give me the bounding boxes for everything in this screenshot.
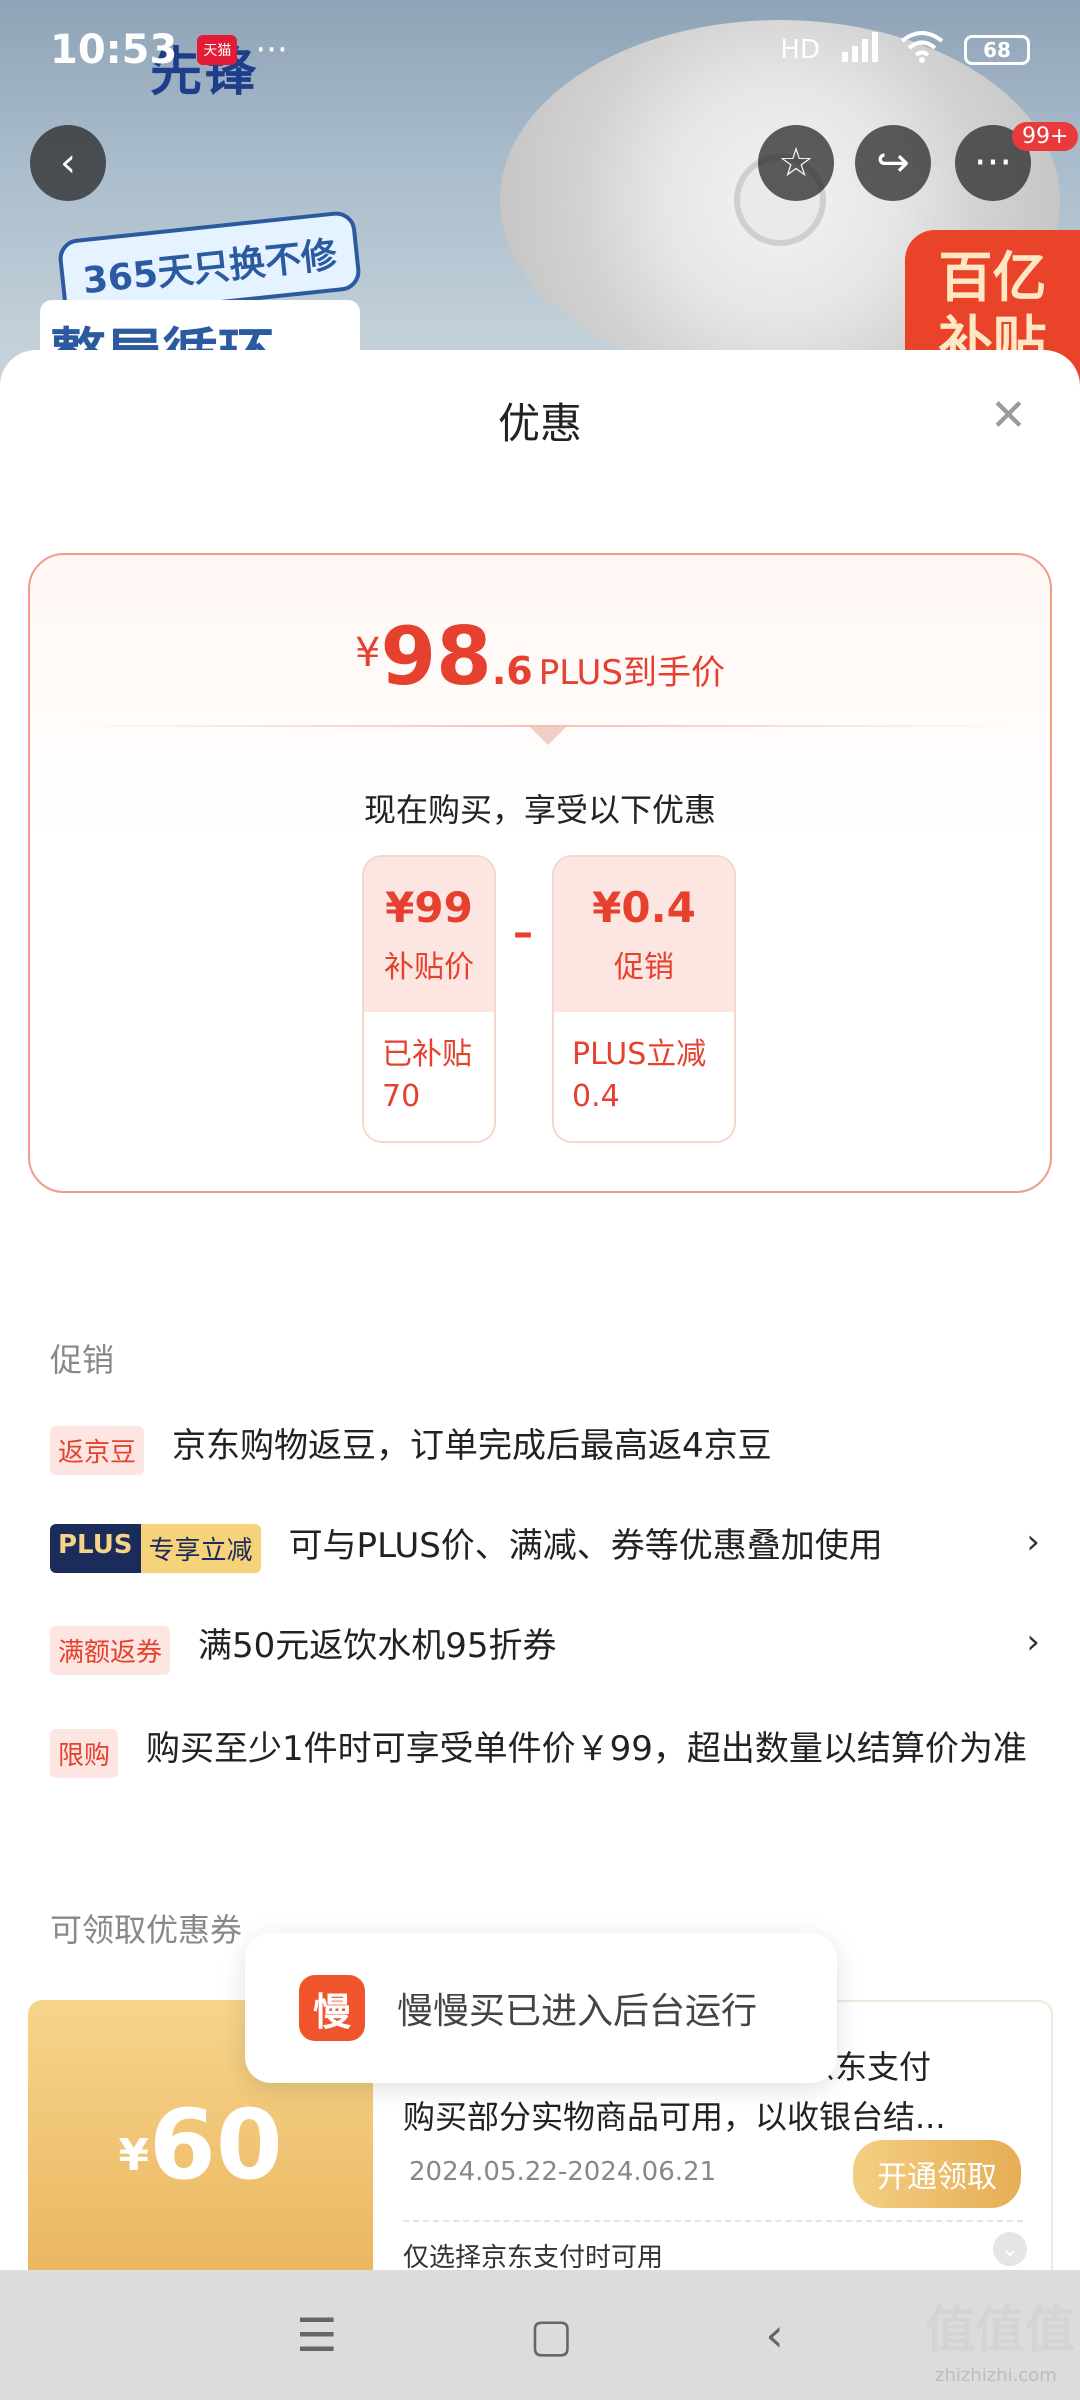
system-nav-bar: ☰ ▢ ‹ bbox=[0, 2270, 1080, 2400]
signal-icon bbox=[840, 31, 880, 69]
promotion-label: 促销 bbox=[614, 950, 674, 985]
back-button[interactable]: ‹ bbox=[30, 125, 106, 201]
coupon-divider bbox=[403, 2220, 1023, 2222]
chevron-left-icon: ‹ bbox=[60, 140, 76, 186]
plus-tag-a: PLUS bbox=[50, 1524, 141, 1573]
message-count-badge: 99+ bbox=[1012, 122, 1079, 151]
watermark-url: zhizhizhi.com bbox=[935, 2365, 1057, 2386]
promo-text: 京东购物返豆，订单完成后最高返4京豆 bbox=[172, 1426, 772, 1466]
wifi-icon bbox=[900, 30, 944, 70]
promo-row-plus[interactable]: PLUS 专享立减 可与PLUS价、满减、券等优惠叠加使用 › bbox=[50, 1522, 1040, 1573]
coupon-amount: 60 bbox=[149, 2089, 283, 2201]
status-right: HD 68 bbox=[780, 30, 1030, 70]
final-price: ¥98.6 PLUS到手价 bbox=[30, 610, 1050, 703]
watermark-logo: 值值值 bbox=[925, 2301, 1075, 2359]
chevron-right-icon: › bbox=[1026, 1622, 1040, 1662]
promotion-detail: PLUS立减0.4 bbox=[572, 1037, 707, 1114]
more-notifications-icon: ··· bbox=[255, 30, 288, 70]
favorite-button[interactable]: ☆ bbox=[758, 125, 834, 201]
chevron-right-icon: › bbox=[1026, 1522, 1040, 1562]
chevron-down-icon[interactable]: ⌄ bbox=[993, 2232, 1027, 2266]
battery-icon: 68 bbox=[964, 35, 1030, 65]
promo-row-jingdou: 返京豆 京东购物返豆，订单完成后最高返4京豆 bbox=[50, 1422, 1040, 1475]
price-decimal: .6 bbox=[491, 649, 533, 693]
subsidy-badge-line1: 百亿 bbox=[938, 246, 1047, 309]
price-yen: ¥ bbox=[355, 630, 381, 676]
plus-tag: PLUS 专享立减 bbox=[50, 1524, 261, 1573]
promo-tag: 限购 bbox=[50, 1729, 119, 1778]
background-run-toast: 慢 慢慢买已进入后台运行 bbox=[245, 1933, 837, 2083]
manmanmai-app-icon: 慢 bbox=[299, 1975, 365, 2041]
status-time: 10:53 bbox=[50, 27, 178, 73]
coupon-note: 仅选择京东支付时可用 bbox=[403, 2243, 664, 2273]
promotion-box: ¥0.4 促销 PLUS立减0.4 bbox=[552, 855, 736, 1143]
subsidy-price-upper: ¥99 补贴价 bbox=[364, 857, 494, 1012]
coupon-description: 购买部分实物商品可用，以收银台结... bbox=[403, 2098, 946, 2136]
coupon-validity: 2024.05.22-2024.06.21 bbox=[409, 2157, 717, 2187]
menu-icon[interactable]: ☰ bbox=[296, 2308, 337, 2362]
share-icon: ↪ bbox=[876, 140, 910, 186]
subsidy-label: 补贴价 bbox=[384, 950, 474, 985]
status-bar: 10:53 天猫 ··· HD 68 bbox=[0, 0, 1080, 100]
promo-text: 满50元返饮水机95折券 bbox=[198, 1626, 557, 1666]
toast-message: 慢慢买已进入后台运行 bbox=[397, 1991, 758, 2032]
share-button[interactable]: ↪ bbox=[855, 125, 931, 201]
caret-down-icon bbox=[530, 727, 566, 745]
promo-row-coupon-return[interactable]: 满额返券 满50元返饮水机95折券 › bbox=[50, 1622, 1040, 1675]
claim-coupon-button[interactable]: 开通领取 bbox=[853, 2140, 1021, 2208]
buy-note: 现在购买，享受以下优惠 bbox=[363, 791, 716, 829]
minus-sign: – bbox=[513, 910, 533, 956]
promo-text: 购买至少1件时可享受单件价￥99，超出数量以结算价为准 bbox=[146, 1729, 1027, 1769]
price-summary-card: ¥98.6 PLUS到手价 现在购买，享受以下优惠 ¥99 补贴价 已补贴70 –… bbox=[28, 553, 1052, 1193]
promotion-amount: ¥0.4 bbox=[592, 883, 696, 932]
subsidy-detail: 已补贴70 bbox=[382, 1037, 472, 1114]
promotion-upper: ¥0.4 促销 bbox=[554, 857, 734, 1012]
promo-row-limit: 限购 购买至少1件时可享受单件价￥99，超出数量以结算价为准 bbox=[50, 1725, 1040, 1778]
price-integer: 98 bbox=[380, 610, 492, 703]
plus-tag-b: 专享立减 bbox=[140, 1524, 261, 1573]
promotions-section-title: 促销 bbox=[50, 1341, 115, 1379]
coupon-yen: ¥ bbox=[118, 2129, 150, 2181]
hd-signal-icon: HD bbox=[780, 35, 820, 65]
subsidy-amount: ¥99 bbox=[385, 883, 473, 932]
price-label: PLUS到手价 bbox=[538, 653, 725, 693]
close-icon[interactable]: ✕ bbox=[990, 390, 1027, 441]
sheet-title: 优惠 bbox=[497, 399, 582, 448]
home-icon[interactable]: ▢ bbox=[530, 2308, 573, 2362]
more-icon: ··· bbox=[973, 140, 1013, 186]
star-icon: ☆ bbox=[778, 140, 814, 186]
tmall-notification-icon: 天猫 bbox=[197, 35, 238, 65]
back-icon[interactable]: ‹ bbox=[765, 2308, 783, 2362]
subsidy-price-box: ¥99 补贴价 已补贴70 bbox=[362, 855, 496, 1143]
promo-tag: 返京豆 bbox=[50, 1426, 145, 1475]
promo-text: 可与PLUS价、满减、券等优惠叠加使用 bbox=[288, 1526, 883, 1566]
coupons-section-title: 可领取优惠券 bbox=[50, 1911, 243, 1949]
promo-tag: 满额返券 bbox=[50, 1626, 171, 1675]
